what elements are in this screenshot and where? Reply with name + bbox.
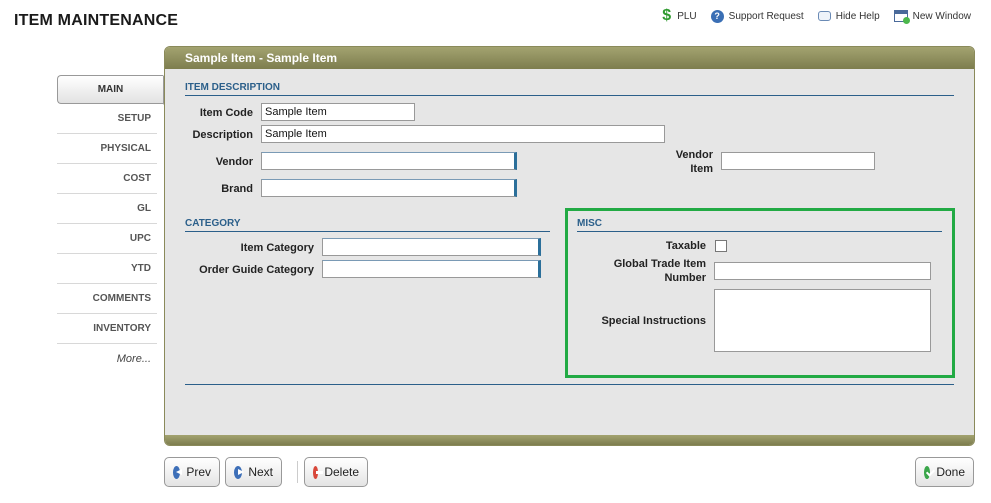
special-instructions-textarea[interactable] (714, 289, 931, 352)
description-label: Description (192, 129, 253, 141)
item-description-title: ITEM DESCRIPTION (185, 82, 954, 96)
panel-footer (165, 435, 974, 445)
nav-item-gl[interactable]: GL (57, 194, 157, 224)
plu-link-label: PLU (677, 10, 697, 22)
prev-arrow-icon (173, 465, 183, 479)
nav-item-more[interactable]: More... (57, 344, 157, 374)
vendor-item-input[interactable] (721, 152, 875, 170)
hide-help-label: Hide Help (835, 10, 880, 22)
description-input[interactable] (261, 125, 665, 143)
item-code-input[interactable] (261, 103, 415, 121)
item-category-label: Item Category (240, 242, 314, 254)
special-instructions-label: Special Instructions (601, 315, 706, 327)
support-request-link[interactable]: ? Support Request (710, 8, 804, 24)
plu-link[interactable]: $ PLU (662, 8, 696, 24)
delete-button[interactable]: Delete (304, 457, 368, 487)
nav-item-ytd[interactable]: YTD (57, 254, 157, 284)
help-icon: ? (710, 9, 724, 23)
item-category-input[interactable] (322, 238, 541, 256)
hide-help-link[interactable]: Hide Help (817, 8, 880, 24)
new-window-icon (893, 10, 910, 24)
checkmark-icon (924, 465, 931, 479)
bottom-divider (185, 384, 954, 385)
new-window-link[interactable]: New Window (893, 8, 971, 24)
support-request-label: Support Request (728, 10, 804, 22)
nav-item-cost[interactable]: COST (57, 164, 157, 194)
button-separator (297, 461, 298, 483)
side-nav: MAIN SETUP PHYSICAL COST GL UPC YTD COMM… (57, 75, 177, 374)
nav-item-comments[interactable]: COMMENTS (57, 284, 157, 314)
prev-button[interactable]: Prev (164, 457, 220, 487)
nav-item-upc[interactable]: UPC (57, 224, 157, 254)
next-button[interactable]: Next (225, 457, 282, 487)
taxable-checkbox[interactable] (715, 240, 727, 252)
misc-title: MISC (577, 218, 942, 232)
vendor-input[interactable] (261, 152, 517, 170)
speech-bubble-icon (817, 11, 831, 21)
next-arrow-icon (234, 465, 245, 479)
nav-item-physical[interactable]: PHYSICAL (57, 134, 157, 164)
brand-label: Brand (221, 183, 253, 195)
nav-item-main[interactable]: MAIN (57, 75, 175, 105)
item-code-label: Item Code (199, 107, 253, 119)
done-button[interactable]: Done (915, 457, 974, 487)
order-guide-category-input[interactable] (322, 260, 541, 278)
nav-item-inventory[interactable]: INVENTORY (57, 314, 157, 344)
brand-input[interactable] (261, 179, 517, 197)
category-title: CATEGORY (185, 218, 550, 232)
page-title: ITEM MAINTENANCE (14, 12, 179, 29)
gtin-input[interactable] (714, 262, 931, 280)
delete-icon (313, 465, 324, 479)
vendor-item-label: Vendor Item (675, 149, 713, 175)
taxable-label: Taxable (665, 240, 706, 252)
order-guide-category-label: Order Guide Category (199, 264, 314, 276)
nav-item-setup[interactable]: SETUP (57, 104, 157, 134)
gtin-label: Global Trade Item Number (613, 258, 706, 284)
vendor-label: Vendor (215, 156, 253, 168)
panel-header: Sample Item - Sample Item (165, 47, 974, 69)
dollar-icon: $ (662, 7, 672, 24)
new-window-label: New Window (912, 10, 971, 22)
top-links: $ PLU ? Support Request Hide Help New Wi… (662, 8, 971, 24)
